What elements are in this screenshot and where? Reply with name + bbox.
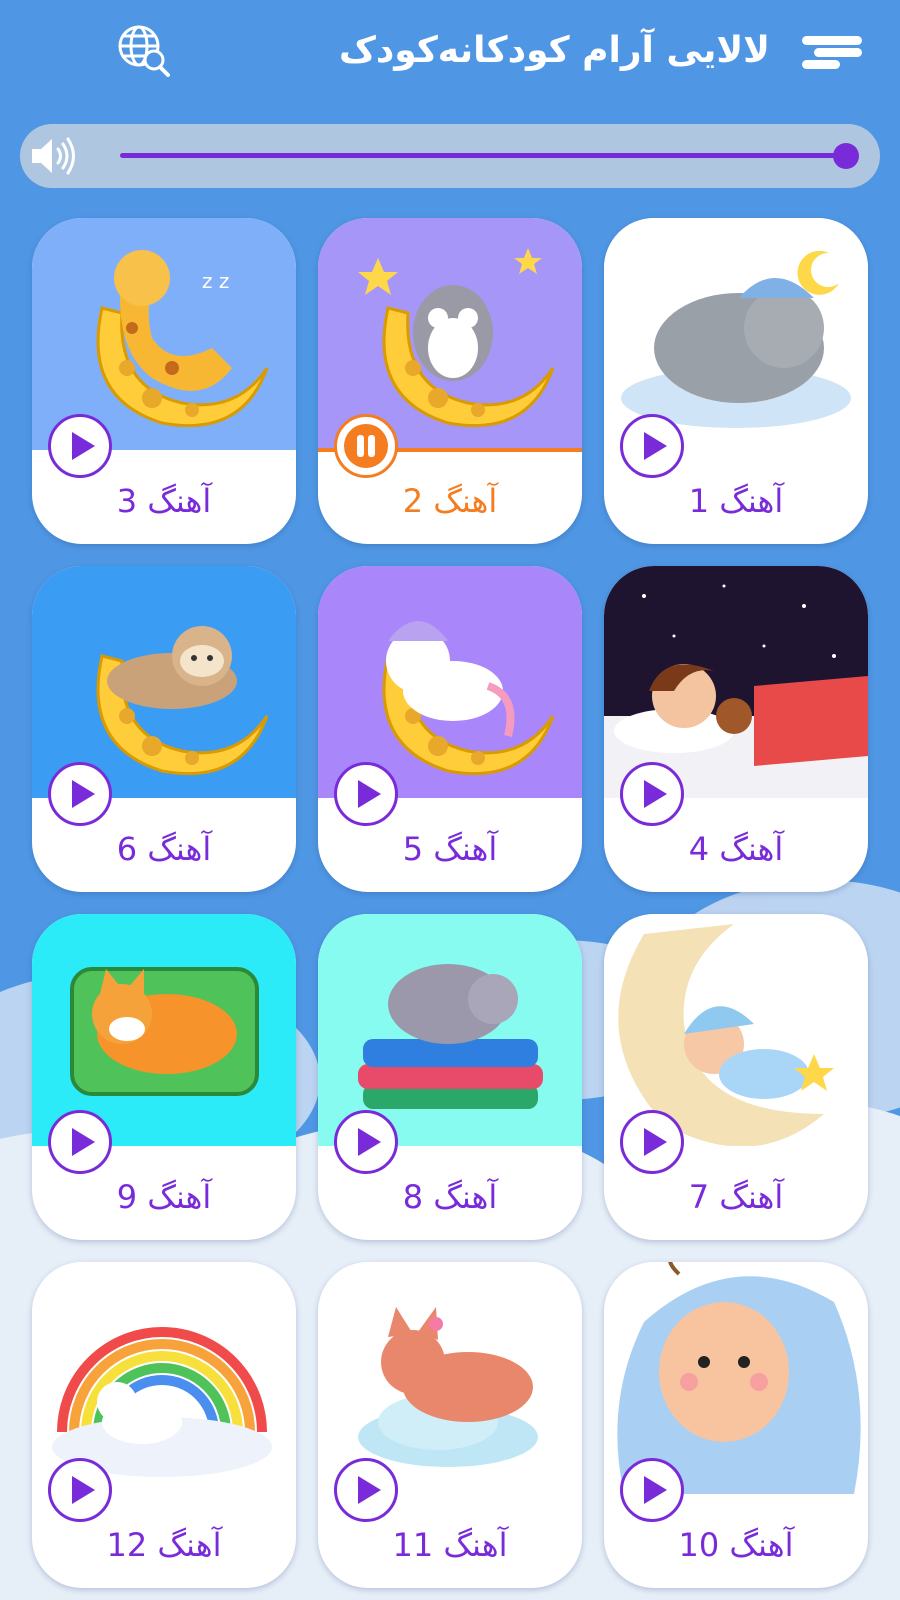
play-icon [644, 780, 667, 808]
song-card[interactable]: آهنگ 1 [604, 218, 868, 544]
song-title: آهنگ 7 [688, 1178, 784, 1216]
song-title: آهنگ 3 [116, 482, 212, 520]
song-title: آهنگ 1 [688, 482, 784, 520]
play-icon [358, 780, 381, 808]
song-title: آهنگ 9 [116, 1178, 212, 1216]
svg-text:z z: z z [202, 269, 229, 293]
play-icon [644, 1128, 667, 1156]
play-icon [72, 780, 95, 808]
song-grid: آهنگ 1 آهنگ 2 z z آهنگ 3 آهنگ 4 آهنگ 5 آهنگ 6 آ… [0, 0, 900, 1600]
song-title: آهنگ 8 [402, 1178, 498, 1216]
play-button[interactable] [620, 762, 684, 826]
play-icon [644, 432, 667, 460]
song-card[interactable]: آهنگ 12 [32, 1262, 296, 1588]
song-title: آهنگ 12 [106, 1526, 222, 1564]
play-button[interactable] [620, 1458, 684, 1522]
play-button[interactable] [620, 1110, 684, 1174]
song-card[interactable]: آهنگ 7 [604, 914, 868, 1240]
play-button[interactable] [334, 1110, 398, 1174]
play-button[interactable] [334, 1458, 398, 1522]
play-icon [358, 1476, 381, 1504]
song-card[interactable]: آهنگ 11 [318, 1262, 582, 1588]
song-title: آهنگ 6 [116, 830, 212, 868]
play-button[interactable] [48, 1110, 112, 1174]
song-card[interactable]: آهنگ 9 [32, 914, 296, 1240]
song-card[interactable]: آهنگ 2 [318, 218, 582, 544]
play-icon [72, 1476, 95, 1504]
play-icon [72, 432, 95, 460]
song-card[interactable]: آهنگ 4 [604, 566, 868, 892]
play-button[interactable] [334, 762, 398, 826]
song-title: آهنگ 5 [402, 830, 498, 868]
play-button[interactable] [620, 414, 684, 478]
pause-button[interactable] [334, 414, 398, 478]
song-title: آهنگ 2 [402, 482, 498, 520]
song-card[interactable]: آهنگ 6 [32, 566, 296, 892]
pause-icon [344, 424, 388, 468]
song-card[interactable]: آهنگ 10 [604, 1262, 868, 1588]
song-title: آهنگ 11 [392, 1526, 508, 1564]
play-button[interactable] [48, 414, 112, 478]
play-button[interactable] [48, 1458, 112, 1522]
song-card[interactable]: آهنگ 5 [318, 566, 582, 892]
play-icon [72, 1128, 95, 1156]
play-icon [644, 1476, 667, 1504]
song-card[interactable]: z z آهنگ 3 [32, 218, 296, 544]
song-title: آهنگ 4 [688, 830, 784, 868]
song-title: آهنگ 10 [678, 1526, 794, 1564]
song-card[interactable]: آهنگ 8 [318, 914, 582, 1240]
play-icon [358, 1128, 381, 1156]
play-button[interactable] [48, 762, 112, 826]
